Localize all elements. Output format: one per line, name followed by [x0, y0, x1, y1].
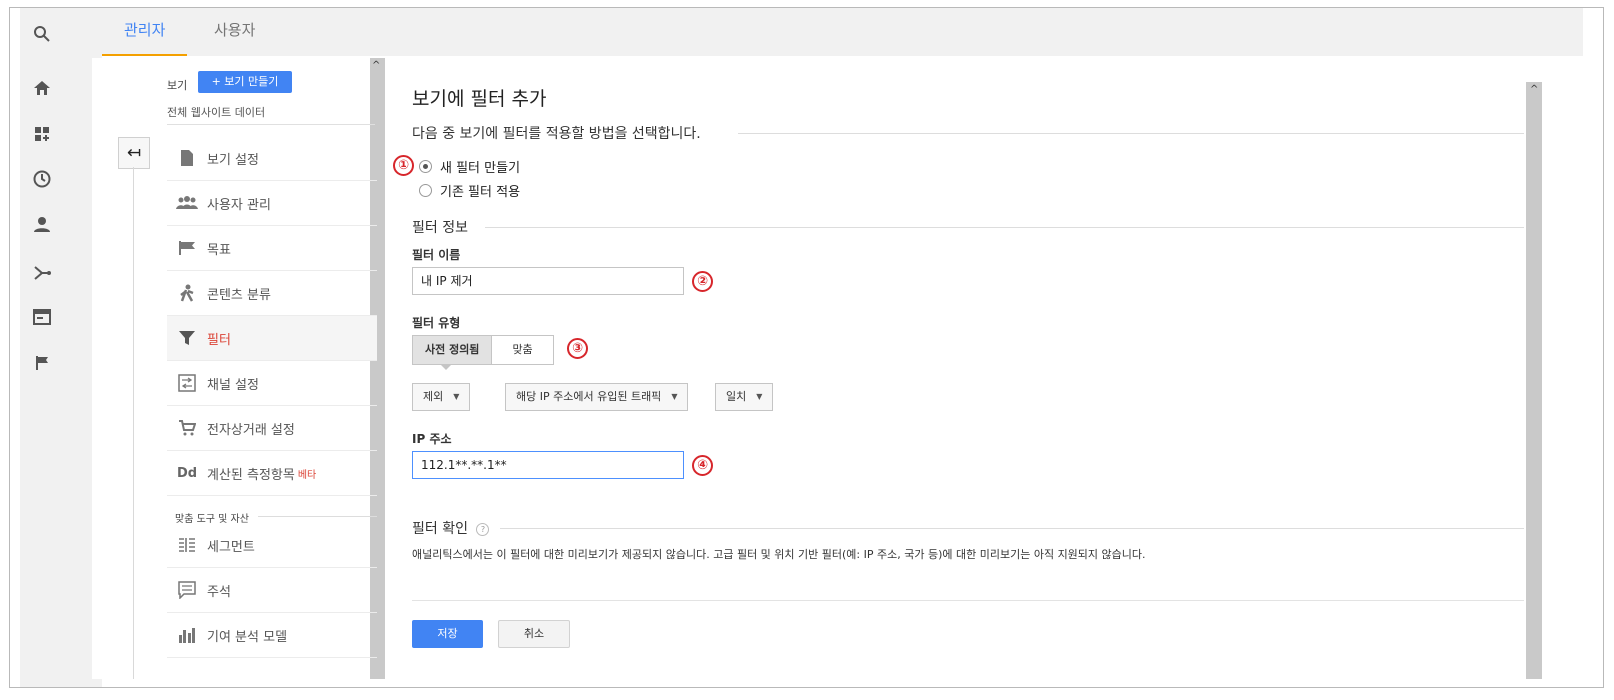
beta-badge: 베타	[297, 469, 317, 481]
cancel-button[interactable]: 취소	[498, 620, 570, 648]
nav-item-label: 보기 설정	[207, 152, 259, 168]
filter-type-toggle: 사전 정의됨 맞춤	[412, 335, 554, 365]
nav-item-segments[interactable]: 세그먼트	[167, 523, 377, 568]
divider	[485, 227, 1524, 228]
nav-item-content-grouping[interactable]: 콘텐츠 분류	[167, 271, 377, 316]
filter-type-label: 필터 유형	[412, 316, 461, 330]
caret-down-icon: ▼	[453, 392, 460, 401]
filter-verify-heading: 필터 확인 ?	[412, 518, 490, 538]
page-title: 보기에 필터 추가	[412, 88, 547, 110]
flag-icon[interactable]	[30, 351, 54, 375]
people-icon	[167, 196, 207, 210]
cart-icon	[167, 420, 207, 436]
dashboard-add-icon[interactable]	[30, 122, 54, 146]
annotation-icon	[167, 581, 207, 599]
scroll-up-icon[interactable]: ^	[1530, 84, 1538, 95]
exclude-dropdown[interactable]: 제외 ▼	[412, 383, 471, 411]
annotation-badge-1: ①	[393, 155, 414, 176]
home-icon[interactable]	[30, 76, 54, 100]
nav-item-label: 콘텐츠 분류	[207, 287, 271, 303]
radio-button[interactable]	[419, 184, 432, 197]
channel-settings-icon	[167, 374, 207, 392]
create-view-button[interactable]: + 보기 만들기	[198, 71, 292, 93]
caret-down-icon: ▼	[671, 392, 678, 401]
dd-icon: Dd	[176, 465, 198, 481]
filter-type-custom[interactable]: 맞춤	[492, 336, 553, 364]
match-dropdown[interactable]: 일치 ▼	[715, 383, 774, 411]
bar-chart-icon	[167, 627, 207, 643]
nav-item-channel-settings[interactable]: 채널 설정	[167, 361, 377, 406]
nav-item-ecommerce-settings[interactable]: 전자상거래 설정	[167, 406, 377, 451]
radio-label: 기존 필터 적용	[440, 185, 521, 200]
nav-item-view-settings[interactable]: 보기 설정	[167, 136, 377, 181]
view-label: 보기	[167, 79, 188, 92]
filter-verify-title: 필터 확인	[412, 521, 468, 537]
tab-user[interactable]: 사용자	[192, 8, 277, 54]
document-icon	[167, 149, 207, 167]
segment-icon	[167, 537, 207, 553]
back-arrow-button[interactable]: ↤	[118, 137, 150, 169]
divider	[167, 124, 375, 125]
scroll-up-icon[interactable]: ^	[372, 60, 380, 71]
nav-item-label: 채널 설정	[207, 377, 259, 393]
divider	[412, 600, 1524, 601]
nav-item-label: 세그먼트	[207, 539, 255, 555]
filter-name-label: 필터 이름	[412, 248, 461, 262]
nav-item-user-management[interactable]: 사용자 관리	[167, 181, 377, 226]
clock-icon[interactable]	[30, 167, 54, 191]
browser-window-icon[interactable]	[30, 305, 54, 329]
annotation-badge-2: ②	[692, 271, 713, 292]
dropdown-value: 제외	[423, 390, 444, 403]
caret-down-icon: ▼	[756, 392, 763, 401]
nav-item-calculated-metrics[interactable]: Dd 계산된 측정항목 베타	[167, 451, 377, 496]
nav-item-label: 주석	[207, 584, 231, 600]
annotation-badge-3: ③	[567, 338, 588, 359]
ip-address-label: IP 주소	[412, 432, 452, 446]
nav-item-label: 전자상거래 설정	[207, 422, 295, 438]
source-dropdown[interactable]: 해당 IP 주소에서 유입된 트래픽 ▼	[505, 383, 689, 411]
dropdown-value: 일치	[726, 390, 747, 403]
nav-item-label: 계산된 측정항목	[207, 467, 295, 483]
tab-admin[interactable]: 관리자	[102, 8, 188, 56]
main-scrollbar[interactable]	[1526, 82, 1542, 679]
dropdown-value: 해당 IP 주소에서 유입된 트래픽	[516, 390, 662, 403]
filter-name-input[interactable]: 내 IP 제거	[412, 267, 684, 295]
tree-line	[133, 167, 134, 679]
save-button[interactable]: 저장	[412, 620, 483, 648]
nav-item-filters[interactable]: 필터	[167, 316, 377, 361]
nav-item-annotations[interactable]: 주석	[167, 568, 377, 613]
ip-address-input[interactable]: 112.1**.**.1**	[412, 451, 684, 479]
divider	[500, 528, 1524, 529]
annotation-badge-4: ④	[692, 455, 713, 476]
walking-person-icon	[167, 284, 207, 302]
radio-label: 새 필터 만들기	[440, 161, 521, 176]
nav-item-goals[interactable]: 목표	[167, 226, 377, 271]
nav-item-label: 필터	[207, 332, 231, 348]
divider	[738, 133, 1524, 134]
filter-icon	[167, 330, 207, 346]
search-icon[interactable]	[30, 22, 54, 46]
radio-button[interactable]	[419, 160, 432, 173]
toggle-pointer	[440, 364, 452, 370]
person-icon[interactable]	[30, 212, 54, 236]
branch-icon[interactable]	[30, 261, 54, 285]
main-content	[393, 58, 1518, 679]
radio-existing-filter[interactable]: 기존 필터 적용	[419, 181, 520, 200]
view-name: 전체 웹사이트 데이터	[167, 106, 266, 119]
preview-notice: 애널리틱스에서는 이 필터에 대한 미리보기가 제공되지 않습니다. 고급 필터…	[412, 548, 1146, 561]
nav-item-label: 목표	[207, 242, 231, 258]
flag-icon	[167, 240, 207, 256]
filter-type-predefined[interactable]: 사전 정의됨	[413, 336, 493, 364]
nav-item-attribution-models[interactable]: 기여 분석 모델	[167, 613, 377, 658]
top-tab-bar: 관리자 사용자	[102, 8, 1583, 56]
page-subtitle: 다음 중 보기에 필터를 적용할 방법을 선택합니다.	[412, 126, 701, 142]
help-icon[interactable]: ?	[476, 522, 490, 536]
left-rail	[20, 8, 102, 687]
nav-item-label: 사용자 관리	[207, 197, 271, 213]
filter-info-heading: 필터 정보	[412, 220, 468, 236]
nav-item-label: 기여 분석 모델	[207, 629, 288, 645]
radio-new-filter[interactable]: 새 필터 만들기	[419, 157, 520, 176]
divider	[258, 516, 377, 517]
